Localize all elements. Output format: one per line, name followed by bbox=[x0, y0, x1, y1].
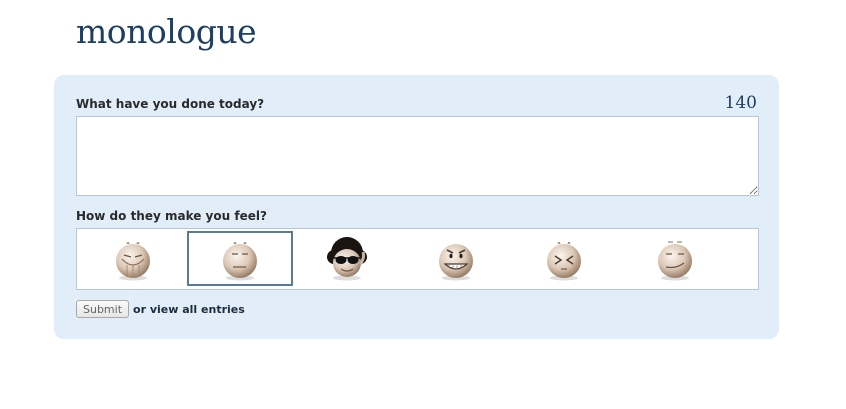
mood-option-cool-afro[interactable] bbox=[294, 231, 400, 286]
mood-option-smirking[interactable] bbox=[622, 231, 728, 286]
unimpressed-face-icon bbox=[223, 241, 257, 280]
squinting-face-icon bbox=[116, 241, 150, 280]
submit-button[interactable]: Submit bbox=[76, 300, 130, 318]
mood-option-squinting[interactable] bbox=[80, 231, 186, 286]
entry-textarea[interactable] bbox=[76, 116, 759, 196]
mood-option-grinning[interactable] bbox=[403, 231, 509, 286]
entry-panel: What have you done today? 140 How do the… bbox=[54, 75, 779, 339]
dizzy-face-icon bbox=[547, 241, 581, 280]
question-label: What have you done today? bbox=[76, 97, 265, 111]
mood-option-unimpressed[interactable] bbox=[187, 231, 293, 286]
feel-label: How do they make you feel? bbox=[76, 209, 267, 223]
view-all-entries-link[interactable]: or view all entries bbox=[133, 303, 245, 316]
mood-option-dizzy[interactable] bbox=[511, 231, 617, 286]
char-counter: 140 bbox=[724, 93, 757, 113]
cool-afro-face-icon bbox=[327, 236, 367, 280]
mood-picker bbox=[76, 228, 759, 290]
grinning-face-icon bbox=[439, 243, 473, 280]
site-title: monologue bbox=[76, 12, 257, 51]
smirking-face-icon bbox=[658, 241, 692, 280]
form-actions: Submit or view all entries bbox=[76, 300, 245, 318]
